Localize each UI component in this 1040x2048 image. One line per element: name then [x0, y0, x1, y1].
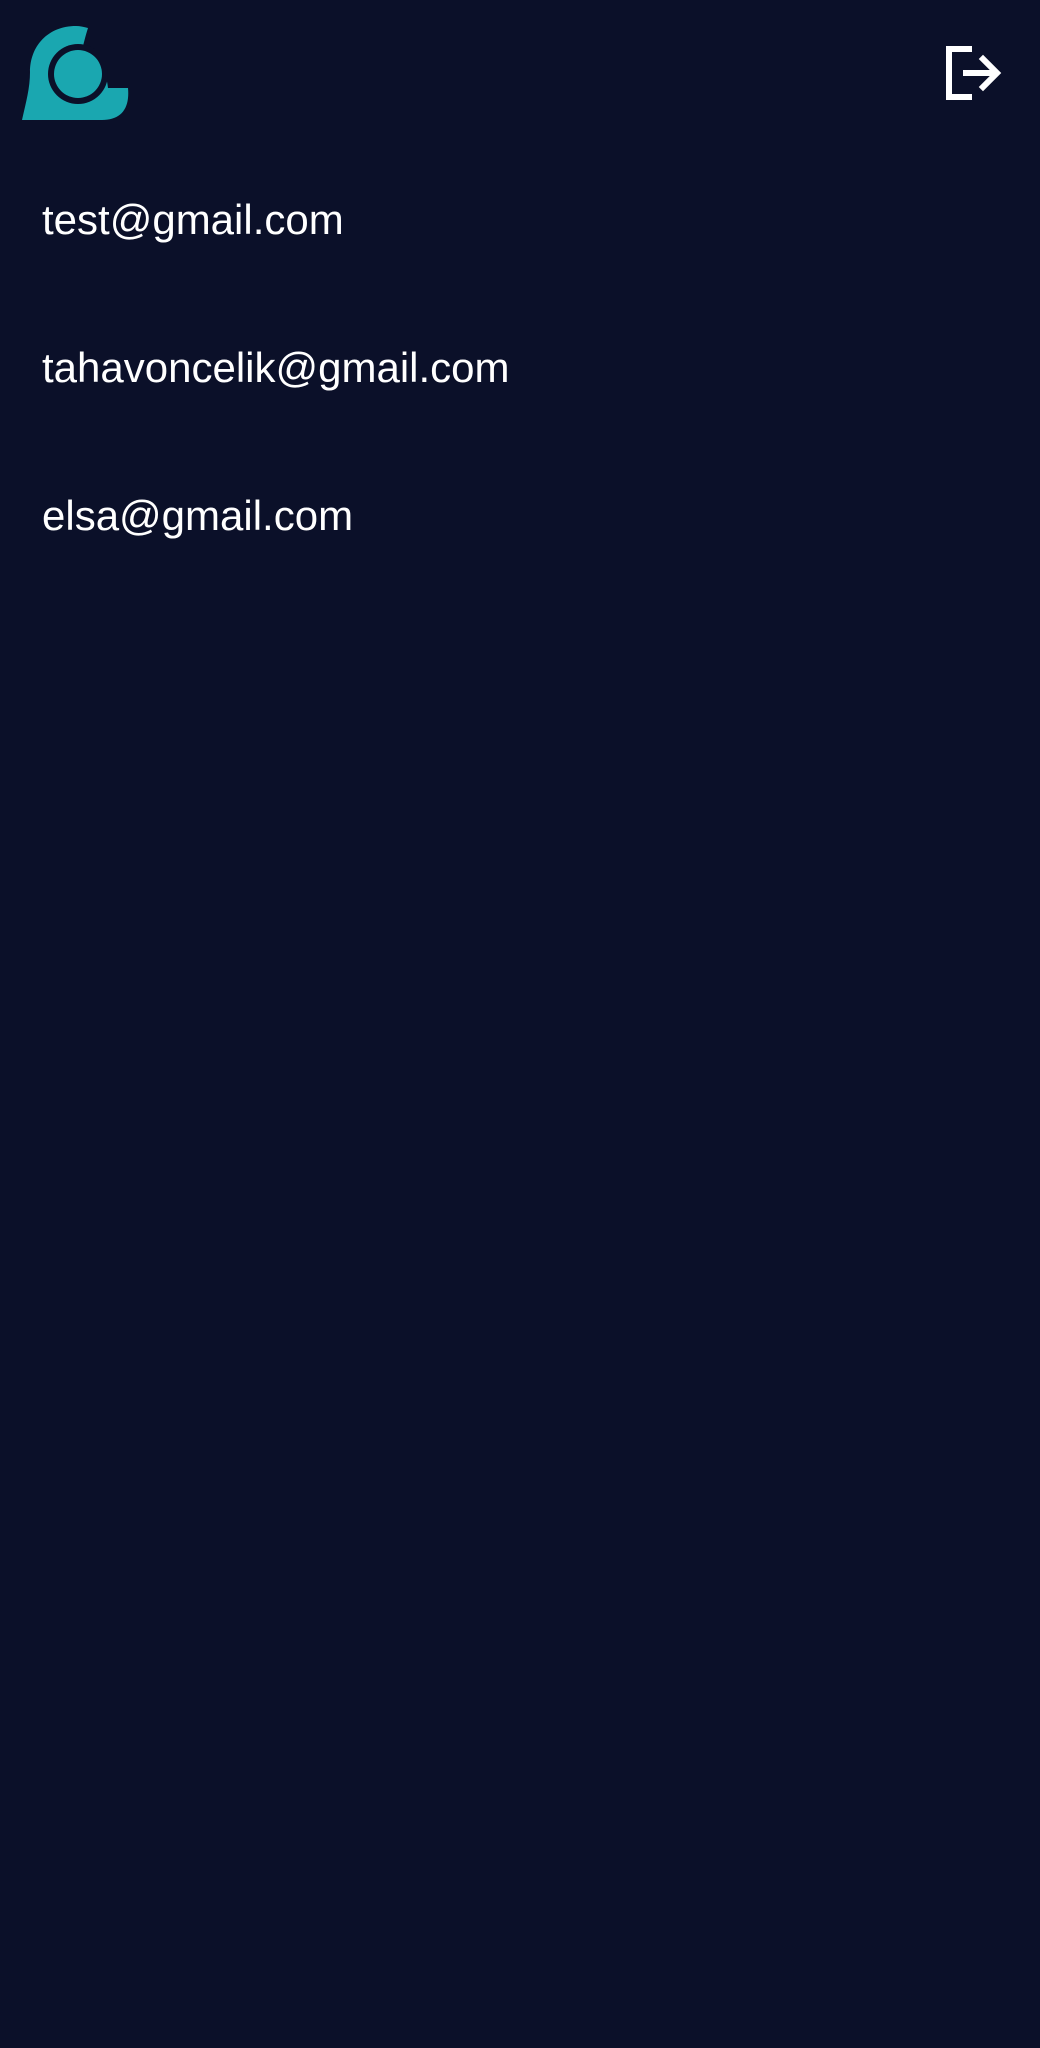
chat-bubble-logo-icon [22, 24, 130, 122]
user-email: tahavoncelik@gmail.com [42, 344, 510, 391]
user-list-item[interactable]: tahavoncelik@gmail.com [0, 298, 1040, 446]
user-list-item[interactable]: elsa@gmail.com [0, 446, 1040, 594]
user-email: test@gmail.com [42, 196, 344, 243]
app-bar [0, 0, 1040, 150]
app-screen: test@gmail.com tahavoncelik@gmail.com el… [0, 0, 1040, 2048]
logout-button[interactable] [938, 42, 1008, 104]
user-email: elsa@gmail.com [42, 492, 354, 539]
user-list-item[interactable]: test@gmail.com [0, 150, 1040, 298]
user-list: test@gmail.com tahavoncelik@gmail.com el… [0, 150, 1040, 594]
logout-icon [946, 46, 1002, 100]
